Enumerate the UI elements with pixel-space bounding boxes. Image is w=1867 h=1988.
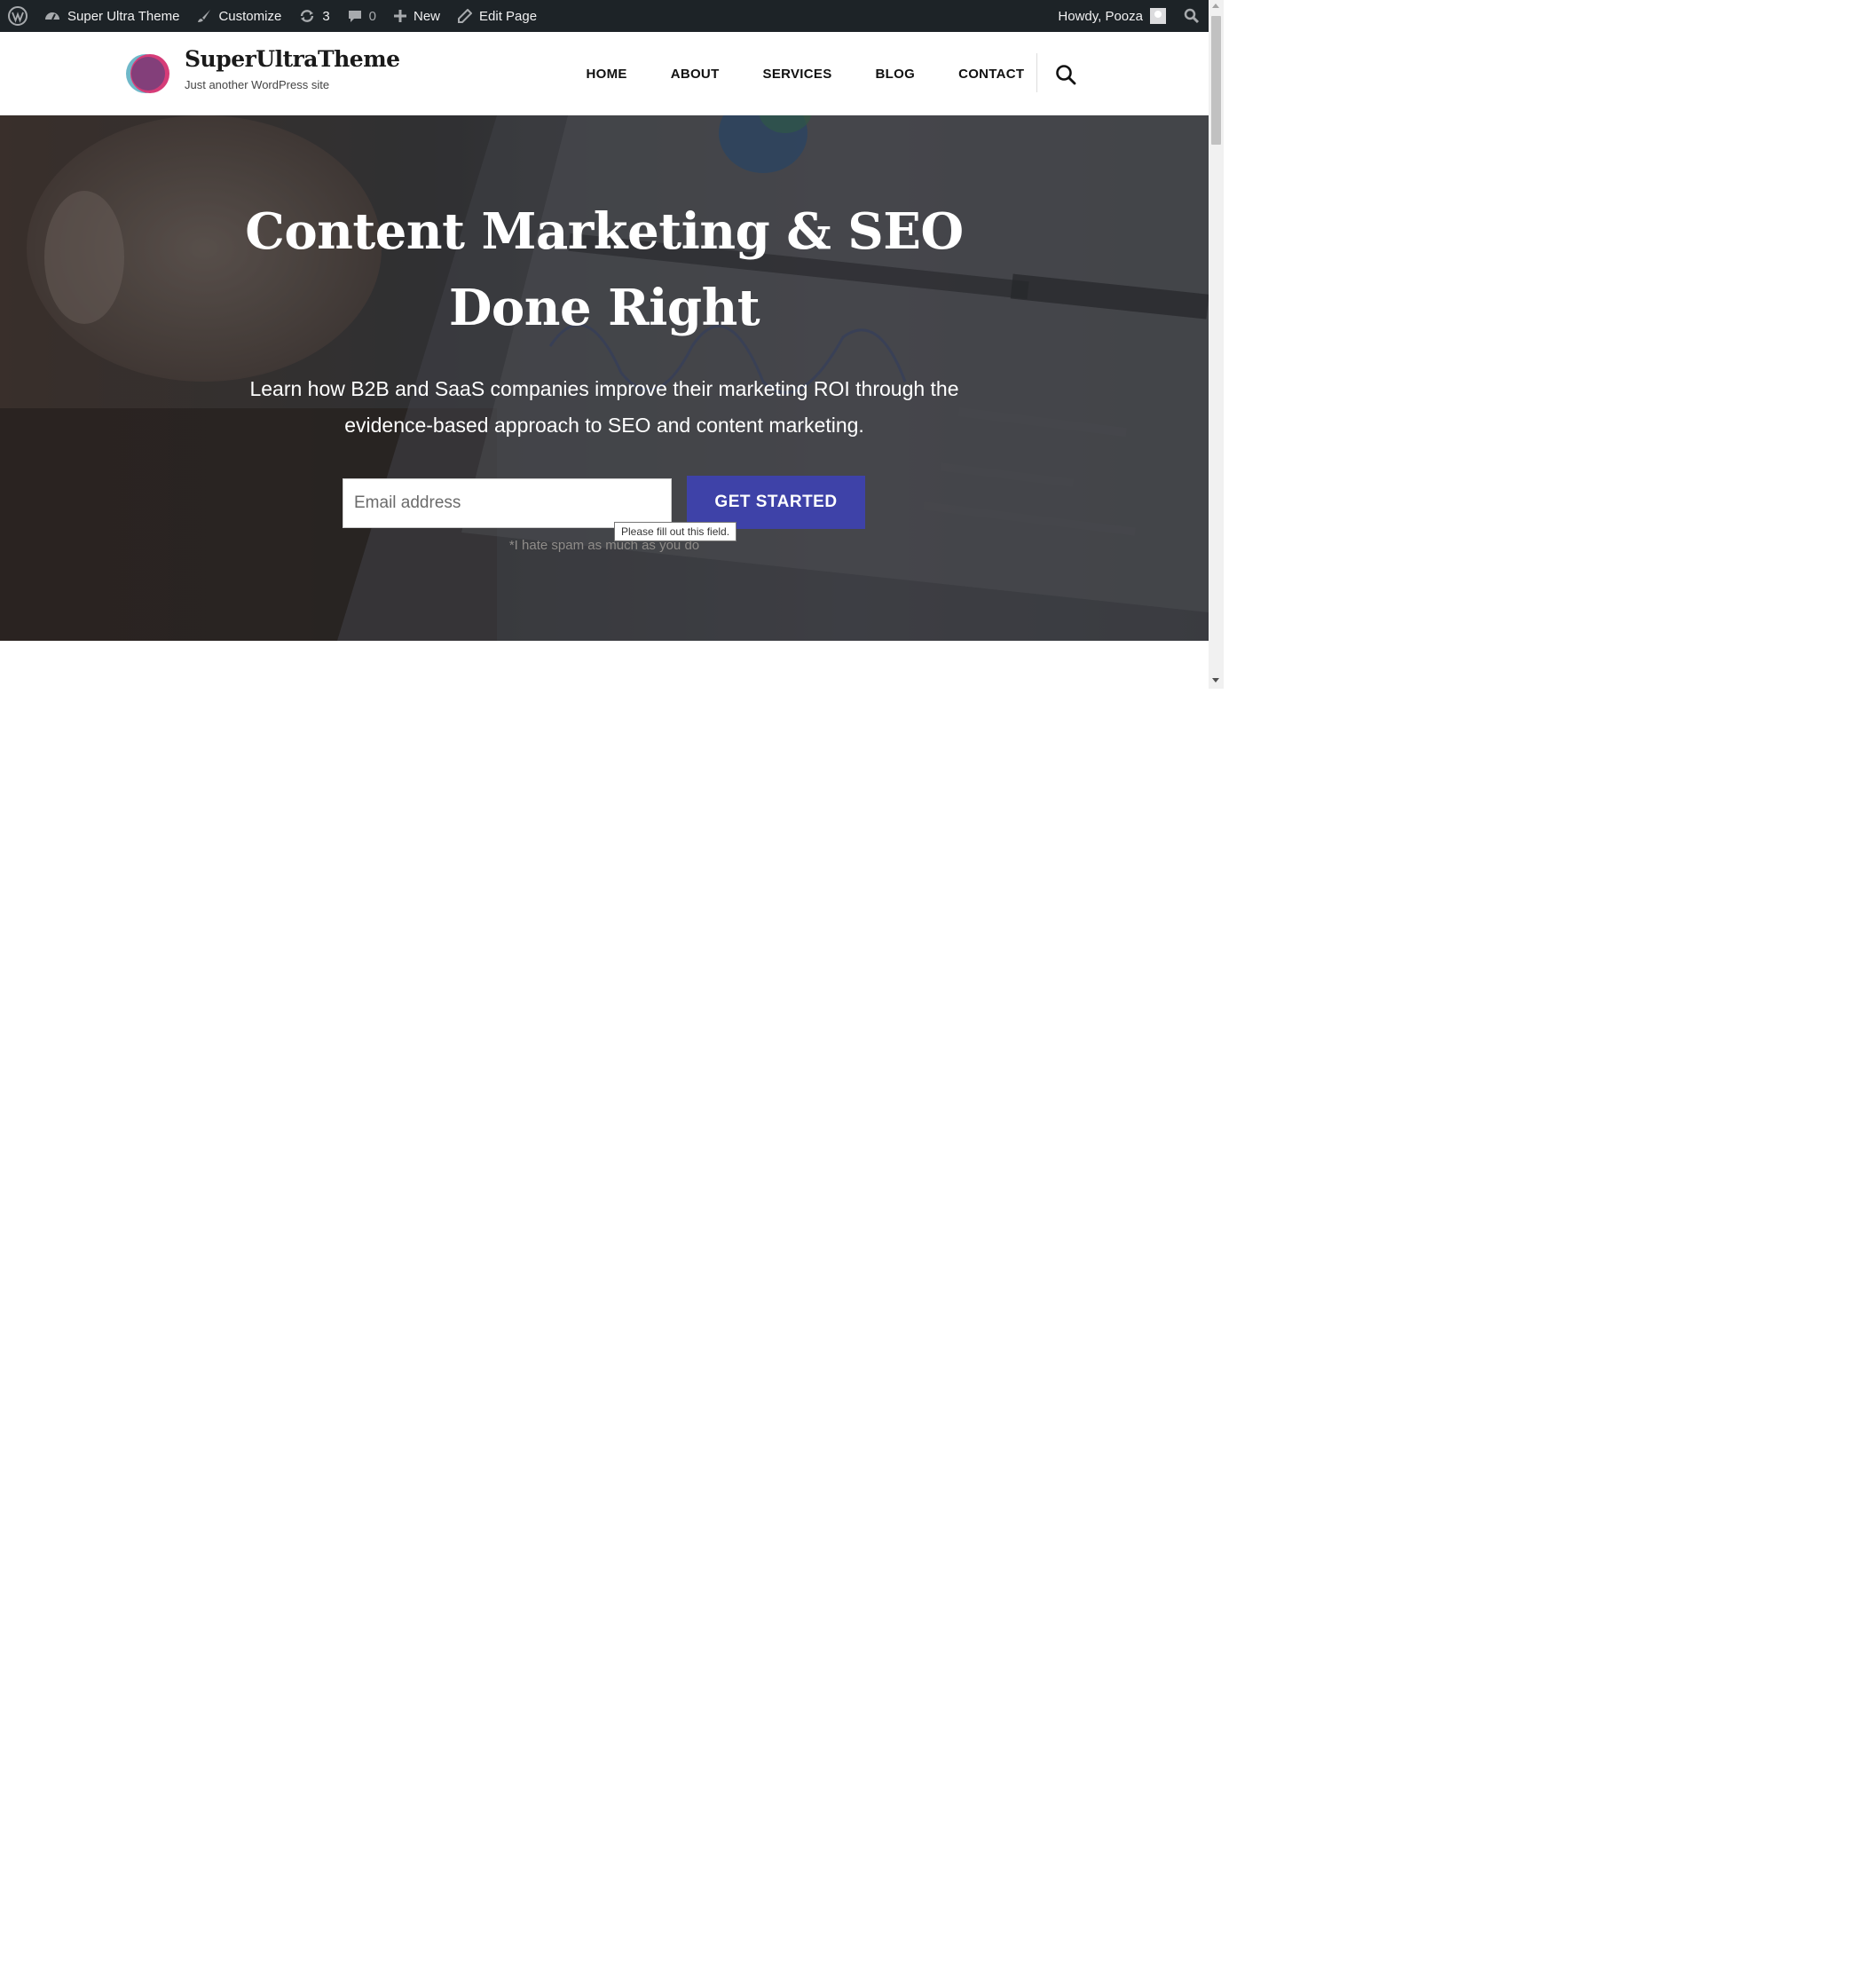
page-scrollbar[interactable] [1209,0,1224,689]
get-started-button[interactable]: GET STARTED [687,476,865,529]
customize-link[interactable]: Customize [188,0,290,32]
email-field[interactable] [343,478,672,528]
nav-item-home[interactable]: HOME [587,67,627,82]
customize-label: Customize [218,8,282,24]
nav-item-contact[interactable]: CONTACT [958,67,1024,82]
hero-subtitle-line-1: Learn how B2B and SaaS companies improve… [249,377,959,400]
comments-link[interactable]: 0 [339,0,385,32]
site-logo-icon[interactable] [125,52,171,95]
updates-count: 3 [322,8,330,24]
scroll-up-arrow-icon[interactable] [1212,4,1219,8]
wordpress-logo-icon [8,6,28,26]
update-icon [299,9,315,23]
search-icon [1184,8,1200,24]
nav-item-blog[interactable]: BLOG [876,67,916,82]
nav-item-services[interactable]: SERVICES [763,67,832,82]
pencil-icon [458,9,473,23]
hero-subtitle-line-2: evidence-based approach to SEO and conte… [344,414,864,437]
browser-viewport: Super Ultra Theme Customize 3 0 New Edit… [0,0,1225,689]
site-title[interactable]: SuperUltraTheme [185,46,400,72]
new-label: New [414,8,441,24]
updates-link[interactable]: 3 [290,0,338,32]
edit-page-link[interactable]: Edit Page [449,0,546,32]
wordpress-menu[interactable] [0,0,35,32]
avatar-icon [1150,8,1166,24]
plus-icon [394,10,406,22]
site-name-label: Super Ultra Theme [67,8,180,24]
howdy-label: Howdy, Pooza [1058,8,1143,24]
scroll-down-arrow-icon[interactable] [1212,678,1219,682]
account-menu[interactable]: Howdy, Pooza [1049,0,1175,32]
hero-section: Content Marketing & SEO Done Right Learn… [0,115,1209,641]
edit-page-label: Edit Page [479,8,538,24]
new-content-link[interactable]: New [385,0,449,32]
search-icon[interactable] [1055,64,1076,85]
hero-title-line-2: Done Right [448,279,760,337]
admin-bar: Super Ultra Theme Customize 3 0 New Edit… [0,0,1209,32]
dashboard-icon [44,9,60,23]
comments-count: 0 [368,8,376,24]
site-name-link[interactable]: Super Ultra Theme [35,0,188,32]
spam-note: *I hate spam as much as you do [508,538,700,553]
nav-item-about[interactable]: ABOUT [671,67,720,82]
validation-tooltip: Please fill out this field. [614,522,737,541]
site-tagline: Just another WordPress site [185,78,330,91]
admin-search[interactable] [1175,0,1209,32]
hero-subtitle: Learn how B2B and SaaS companies improve… [213,371,996,444]
comment-icon [348,9,362,23]
hero-title-line-1: Content Marketing & SEO [245,202,964,261]
site-header: SuperUltraTheme Just another WordPress s… [0,32,1209,116]
nav-divider [1036,53,1037,92]
primary-nav: HOME ABOUT SERVICES BLOG CONTACT [564,32,1046,115]
hero-title: Content Marketing & SEO Done Right [0,193,1209,346]
brush-icon [197,9,211,23]
scrollbar-thumb[interactable] [1211,16,1221,145]
